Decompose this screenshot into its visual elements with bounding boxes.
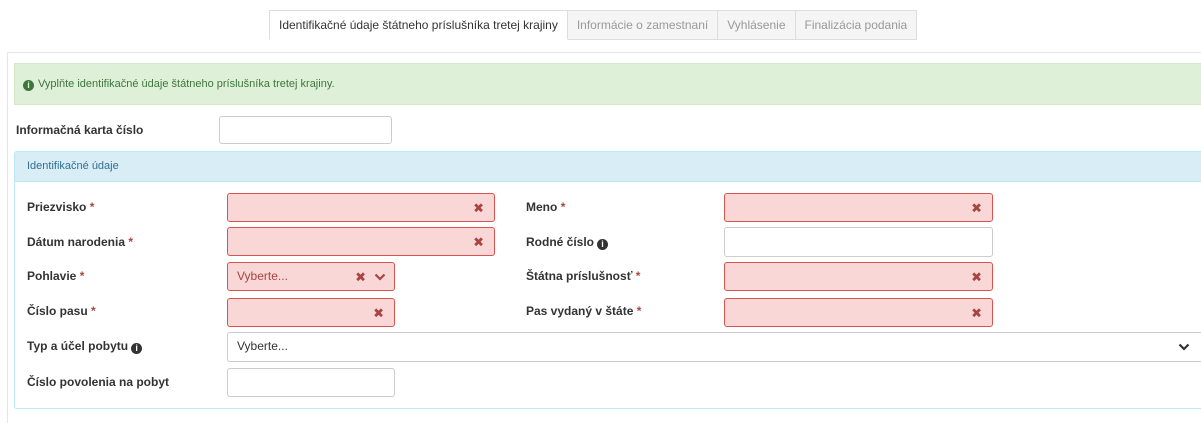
tab-identification[interactable]: Identifikačné údaje štátneho príslušníka… [269,10,568,40]
name-label: Meno * [526,200,566,214]
info-circle-icon: i [23,80,34,91]
chevron-down-icon[interactable] [1178,342,1190,352]
clear-icon[interactable]: ✖ [373,306,384,319]
clear-icon[interactable]: ✖ [473,201,484,214]
gender-select[interactable]: Vyberte... ✖ [227,262,395,291]
wizard-tabs: Identifikačné údaje štátneho príslušníka… [269,10,918,40]
birth-number-input[interactable] [724,227,993,257]
info-card-input[interactable] [219,116,392,144]
passport-state-label: Pas vydaný v štáte * [526,304,642,318]
stay-type-select[interactable]: Vyberte... [227,332,1201,362]
name-input[interactable]: ✖ [724,193,993,222]
clear-icon[interactable]: ✖ [971,270,982,283]
info-circle-icon[interactable]: i [131,343,143,354]
alert-text: Vyplňte identifikačné údaje štátneho prí… [38,78,335,90]
permit-number-label: Číslo povolenia na pobyt [27,375,170,389]
birth-date-input[interactable]: ✖ [227,227,495,256]
passport-state-input[interactable]: ✖ [724,298,993,327]
permit-number-input[interactable] [227,368,395,397]
nationality-label: Štátna príslušnosť * [526,269,641,283]
passport-number-label: Číslo pasu * [27,304,96,318]
stay-type-label: Typ a účel pobytu i [27,339,143,354]
tab-finalization[interactable]: Finalizácia podania [795,10,918,40]
stay-type-selected-value: Vyberte... [237,339,288,353]
gender-label: Pohlavie * [27,269,85,283]
chevron-down-icon[interactable] [374,272,386,282]
tab-declaration[interactable]: Vyhlásenie [718,10,796,40]
clear-icon[interactable]: ✖ [355,270,366,283]
info-card-label: Informačná karta číslo [16,123,144,137]
clear-icon[interactable]: ✖ [971,201,982,214]
gender-selected-value: Vyberte... [237,269,288,283]
nationality-input[interactable]: ✖ [724,262,993,291]
clear-icon[interactable]: ✖ [971,306,982,319]
passport-number-input[interactable]: ✖ [227,298,395,327]
info-circle-icon[interactable]: i [597,239,609,250]
success-alert: i Vyplňte identifikačné údaje štátneho pr… [14,63,1201,105]
birth-date-label: Dátum narodenia * [27,235,134,249]
birth-number-label: Rodné číslo i [526,235,609,250]
panel-title: Identifikačné údaje [15,152,1201,182]
tab-employment[interactable]: Informácie o zamestnaní [567,10,719,40]
surname-label: Priezvisko * [27,200,95,214]
surname-input[interactable]: ✖ [227,193,495,222]
clear-icon[interactable]: ✖ [473,235,484,248]
